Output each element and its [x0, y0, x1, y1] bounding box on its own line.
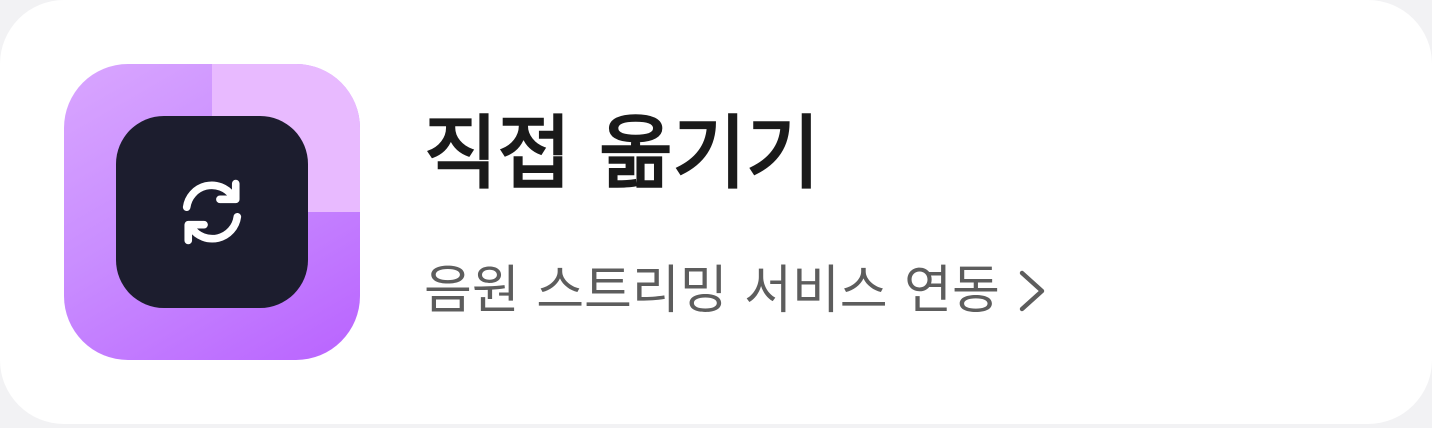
streaming-service-link[interactable]: 음원 스트리밍 서비스 연동 — [424, 260, 1046, 322]
chevron-right-icon — [1019, 270, 1045, 312]
card-title: 직접 옮기기 — [424, 107, 820, 200]
direct-transfer-card[interactable]: 직접 옮기기 음원 스트리밍 서비스 연동 — [0, 0, 1432, 424]
subtitle-label: 음원 스트리밍 서비스 연동 — [424, 261, 1000, 321]
app-icon — [64, 64, 360, 360]
icon-tile — [116, 116, 308, 308]
sync-icon — [182, 179, 242, 245]
